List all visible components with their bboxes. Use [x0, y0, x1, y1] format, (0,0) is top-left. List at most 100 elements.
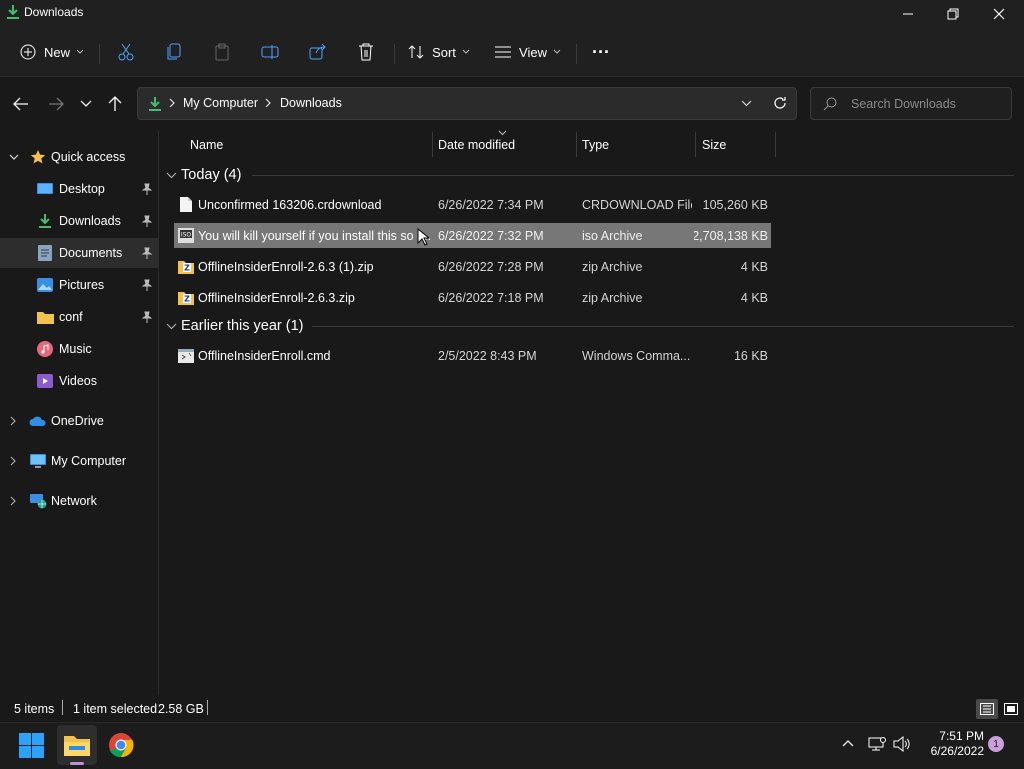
- file-row[interactable]: Z OfflineInsiderEnroll-2.6.3.zip 6/26/20…: [174, 285, 771, 310]
- column-header-date-modified[interactable]: Date modified: [438, 132, 574, 158]
- sidebar-item-label: Pictures: [59, 278, 105, 292]
- more-options-button[interactable]: ···: [586, 36, 616, 68]
- column-divider[interactable]: [576, 132, 577, 157]
- sidebar-item-quick-access[interactable]: Quick access: [0, 142, 158, 172]
- videos-icon: [37, 374, 53, 388]
- refresh-icon: [773, 96, 787, 110]
- toolbar-separator: [394, 44, 395, 64]
- zip-icon: Z: [178, 285, 194, 310]
- delete-button[interactable]: [352, 36, 380, 68]
- volume-button[interactable]: [893, 736, 911, 752]
- chevron-down-icon: [462, 49, 470, 55]
- sidebar-item-videos[interactable]: Videos: [0, 366, 158, 396]
- group-header-today[interactable]: Today (4): [166, 163, 241, 187]
- file-name: You will kill yourself if you install th…: [198, 228, 431, 243]
- breadcrumb-my-computer[interactable]: My Computer: [183, 96, 258, 110]
- arrow-right-icon: [48, 97, 64, 111]
- paste-icon: [215, 43, 229, 61]
- pin-icon[interactable]: [142, 215, 152, 227]
- view-list-icon: [495, 46, 512, 58]
- column-header-name[interactable]: Name: [190, 132, 430, 158]
- restore-button[interactable]: [930, 0, 976, 28]
- group-header-earlier-this-year[interactable]: Earlier this year (1): [166, 314, 303, 338]
- up-button[interactable]: [101, 90, 129, 118]
- sidebar-item-conf[interactable]: conf: [0, 302, 158, 332]
- new-button[interactable]: New: [14, 36, 90, 68]
- file-date: 6/26/2022 7:34 PM: [438, 197, 544, 212]
- file-row[interactable]: Z OfflineInsiderEnroll-2.6.3 (1).zip 6/2…: [174, 254, 771, 279]
- notification-badge[interactable]: 1: [988, 736, 1004, 752]
- address-bar[interactable]: My Computer Downloads: [137, 87, 797, 120]
- sidebar-item-pictures[interactable]: Pictures: [0, 270, 158, 300]
- selection-size: 2.58 GB: [158, 702, 204, 716]
- file-name: OfflineInsiderEnroll.cmd: [198, 348, 331, 363]
- search-box[interactable]: Search Downloads: [810, 87, 1012, 120]
- column-header-size[interactable]: Size: [702, 132, 772, 158]
- pin-icon[interactable]: [142, 247, 152, 259]
- iso-icon: ISO: [178, 223, 194, 248]
- file-row[interactable]: OfflineInsiderEnroll.cmd 2/5/2022 8:43 P…: [174, 343, 771, 368]
- tiles-view-button[interactable]: [1001, 699, 1021, 719]
- downloads-icon: [6, 4, 20, 20]
- taskbar-file-explorer[interactable]: [57, 725, 97, 765]
- view-button[interactable]: View: [492, 36, 564, 68]
- share-button[interactable]: [304, 36, 332, 68]
- clock-button[interactable]: 7:51 PM 6/26/2022: [922, 729, 984, 759]
- chrome-icon: [108, 732, 134, 758]
- file-row[interactable]: Unconfirmed 163206.crdownload 6/26/2022 …: [174, 192, 771, 217]
- paste-button[interactable]: [208, 36, 236, 68]
- details-view-button[interactable]: [976, 699, 998, 719]
- start-button[interactable]: [19, 733, 44, 758]
- new-label: New: [43, 44, 70, 60]
- minimize-icon: [902, 8, 914, 20]
- network-status-button[interactable]: [868, 736, 886, 752]
- column-divider[interactable]: [775, 132, 776, 157]
- star-icon: [30, 149, 46, 165]
- pin-icon[interactable]: [142, 183, 152, 195]
- file-date: 6/26/2022 7:28 PM: [438, 259, 544, 274]
- file-type: Windows Comma...: [582, 348, 691, 363]
- close-button[interactable]: [976, 0, 1022, 28]
- sidebar-item-onedrive[interactable]: OneDrive: [0, 406, 158, 436]
- file-type: CRDOWNLOAD File: [582, 197, 692, 212]
- column-divider[interactable]: [432, 132, 433, 157]
- column-header-type[interactable]: Type: [582, 132, 692, 158]
- sidebar-item-downloads[interactable]: Downloads: [0, 206, 158, 236]
- refresh-button[interactable]: [766, 89, 794, 117]
- column-divider[interactable]: [695, 132, 696, 157]
- sort-button[interactable]: Sort: [404, 36, 474, 68]
- toolbar-separator: [99, 44, 100, 64]
- pin-icon[interactable]: [142, 311, 152, 323]
- show-hidden-icons-button[interactable]: [842, 739, 854, 747]
- minimize-button[interactable]: [885, 0, 931, 28]
- breadcrumb-downloads[interactable]: Downloads: [280, 96, 342, 110]
- sidebar-item-network[interactable]: Network: [0, 486, 158, 516]
- file-row-selected[interactable]: ISO You will kill yourself if you instal…: [174, 223, 771, 248]
- address-history-button[interactable]: [741, 100, 752, 107]
- file-date: 6/26/2022 7:18 PM: [438, 290, 544, 305]
- rename-button[interactable]: [256, 36, 284, 68]
- forward-button[interactable]: [42, 90, 70, 118]
- taskbar: 7:51 PM 6/26/2022 1: [0, 722, 1024, 769]
- cut-button[interactable]: [112, 36, 140, 68]
- pin-icon[interactable]: [142, 279, 152, 291]
- sidebar-item-desktop[interactable]: Desktop: [0, 174, 158, 204]
- sidebar-item-my-computer[interactable]: My Computer: [0, 446, 158, 476]
- chevron-down-icon: [76, 49, 84, 55]
- window-title: Downloads: [24, 5, 84, 19]
- svg-text:Z: Z: [184, 264, 190, 273]
- item-count: 5 items: [14, 702, 55, 716]
- copy-button[interactable]: [160, 36, 188, 68]
- plus-circle-icon: [20, 44, 36, 60]
- taskbar-chrome[interactable]: [108, 732, 134, 758]
- svg-text:Z: Z: [184, 295, 190, 304]
- back-button[interactable]: [7, 90, 35, 118]
- sidebar-item-documents[interactable]: Documents: [0, 238, 158, 268]
- sidebar-item-music[interactable]: Music: [0, 334, 158, 364]
- arrow-left-icon: [13, 97, 29, 111]
- onedrive-icon: [29, 415, 47, 427]
- document-icon: [180, 192, 192, 217]
- documents-icon: [38, 245, 52, 261]
- downloads-icon: [38, 213, 52, 229]
- recent-locations-button[interactable]: [72, 90, 100, 118]
